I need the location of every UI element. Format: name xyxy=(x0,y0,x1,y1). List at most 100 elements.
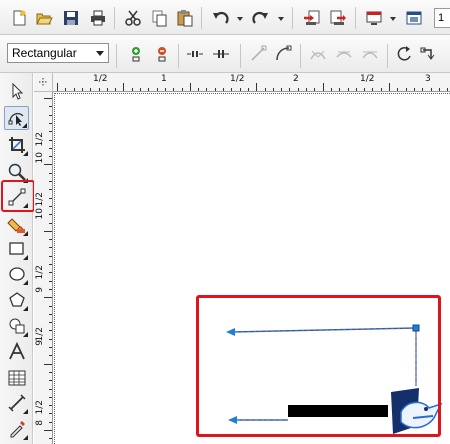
ruler-tick xyxy=(49,255,52,257)
redo-dropdown[interactable] xyxy=(277,15,285,23)
undo-button[interactable] xyxy=(209,7,231,29)
ruler-tick xyxy=(281,88,283,91)
rectangle-tool[interactable] xyxy=(4,237,29,261)
ruler-origin[interactable] xyxy=(34,73,53,92)
smooth-node-button[interactable] xyxy=(333,43,355,65)
to-curve-button[interactable] xyxy=(272,43,294,65)
paste-button[interactable] xyxy=(174,7,196,29)
ruler-tick xyxy=(272,88,274,91)
extend-curve-button[interactable] xyxy=(418,43,440,65)
ruler-tick xyxy=(206,88,208,91)
interactive-fill-tool[interactable] xyxy=(4,417,29,441)
delete-node-button[interactable] xyxy=(151,43,173,65)
save-button[interactable] xyxy=(60,7,82,29)
ruler-tick xyxy=(438,88,440,91)
vertical-ruler[interactable]: 1/2 10 1/2 10 1/2 9 1/2 9 1/2 8 xyxy=(34,92,53,444)
ruler-tick xyxy=(198,88,200,91)
ruler-tick xyxy=(49,214,52,216)
ruler-tick xyxy=(115,88,117,91)
paste-icon xyxy=(177,10,193,27)
print-button[interactable] xyxy=(87,7,109,29)
page-border xyxy=(54,93,450,94)
ruler-tick xyxy=(148,88,150,91)
connector-style-select[interactable]: Rectangular xyxy=(7,43,109,63)
open-button[interactable] xyxy=(33,7,55,29)
cusp-node-button[interactable] xyxy=(307,43,329,65)
basic-shapes-tool[interactable] xyxy=(4,314,29,338)
ruler-tick xyxy=(49,172,52,174)
new-document-button[interactable] xyxy=(8,7,30,29)
dimension-tool[interactable] xyxy=(4,391,29,415)
ruler-tick xyxy=(413,88,415,91)
ruler-tick xyxy=(49,322,52,324)
ruler-tick xyxy=(164,88,166,91)
reverse-direction-button[interactable] xyxy=(393,43,415,65)
standard-toolbar: 1 xyxy=(0,0,450,35)
zoom-level-field[interactable]: 1 xyxy=(434,8,450,28)
undo-dropdown[interactable] xyxy=(236,15,244,23)
smooth-icon xyxy=(336,51,352,58)
ruler-tick xyxy=(214,88,216,91)
extend-icon xyxy=(420,47,435,60)
ruler-tick xyxy=(49,181,52,182)
ruler-tick xyxy=(49,147,52,149)
window-icon xyxy=(406,11,422,25)
ruler-tick xyxy=(44,98,52,99)
ruler-tick xyxy=(49,247,52,249)
ruler-tick xyxy=(289,88,291,91)
smart-fill-tool[interactable] xyxy=(4,213,29,237)
break-node-button[interactable] xyxy=(184,43,206,65)
ruler-label: 1/2 xyxy=(35,132,45,147)
export-button[interactable] xyxy=(327,7,349,29)
shape-tool[interactable] xyxy=(4,106,29,130)
ruler-label: 10 xyxy=(35,208,45,220)
symmetric-node-button[interactable] xyxy=(359,43,381,65)
import-button[interactable] xyxy=(301,7,323,29)
ruler-tick xyxy=(364,88,366,91)
ruler-tick xyxy=(44,430,52,431)
polygon-tool[interactable] xyxy=(4,288,29,312)
ruler-tick xyxy=(49,106,52,108)
ruler-tick xyxy=(247,88,249,91)
connector-tool-highlight xyxy=(1,180,35,212)
add-node-icon xyxy=(132,47,140,62)
ruler-tick xyxy=(49,131,52,133)
add-node-button[interactable] xyxy=(125,43,147,65)
text-tool[interactable] xyxy=(4,340,29,364)
to-line-button[interactable] xyxy=(247,43,269,65)
horizontal-ruler[interactable]: 1/2 1 1/2 2 1/2 3 xyxy=(53,73,450,92)
ruler-label: 1/2 xyxy=(230,74,245,84)
delete-node-icon xyxy=(158,47,166,62)
ruler-label: 1/2 xyxy=(35,265,45,280)
ruler-label: 9 xyxy=(35,340,45,346)
crop-tool[interactable] xyxy=(4,133,29,157)
ruler-tick xyxy=(49,421,52,423)
ruler-tick xyxy=(106,88,108,91)
join-node-button[interactable] xyxy=(210,43,232,65)
redo-button[interactable] xyxy=(250,7,272,29)
application-launcher-button[interactable] xyxy=(363,7,385,29)
ruler-tick xyxy=(49,347,52,348)
welcome-screen-button[interactable] xyxy=(403,7,425,29)
pick-tool[interactable] xyxy=(4,79,29,103)
ruler-tick xyxy=(322,83,324,91)
ruler-tick xyxy=(49,396,52,398)
launcher-dropdown[interactable] xyxy=(389,15,397,23)
ruler-tick xyxy=(49,380,52,382)
ruler-tick xyxy=(49,222,52,224)
cut-button[interactable] xyxy=(122,7,144,29)
ruler-label: 3 xyxy=(425,74,431,84)
ruler-tick xyxy=(380,88,382,91)
copy-button[interactable] xyxy=(148,7,170,29)
table-tool[interactable] xyxy=(4,366,29,390)
redo-icon xyxy=(252,11,268,24)
ruler-tick xyxy=(44,164,52,166)
ruler-tick xyxy=(49,122,52,124)
to-line-icon xyxy=(251,45,267,61)
ruler-tick xyxy=(49,189,52,191)
ruler-tick xyxy=(49,288,52,290)
ruler-tick xyxy=(49,355,52,357)
ruler-tick xyxy=(430,88,432,91)
ruler-tick xyxy=(44,230,52,232)
ellipse-tool[interactable] xyxy=(4,262,29,286)
